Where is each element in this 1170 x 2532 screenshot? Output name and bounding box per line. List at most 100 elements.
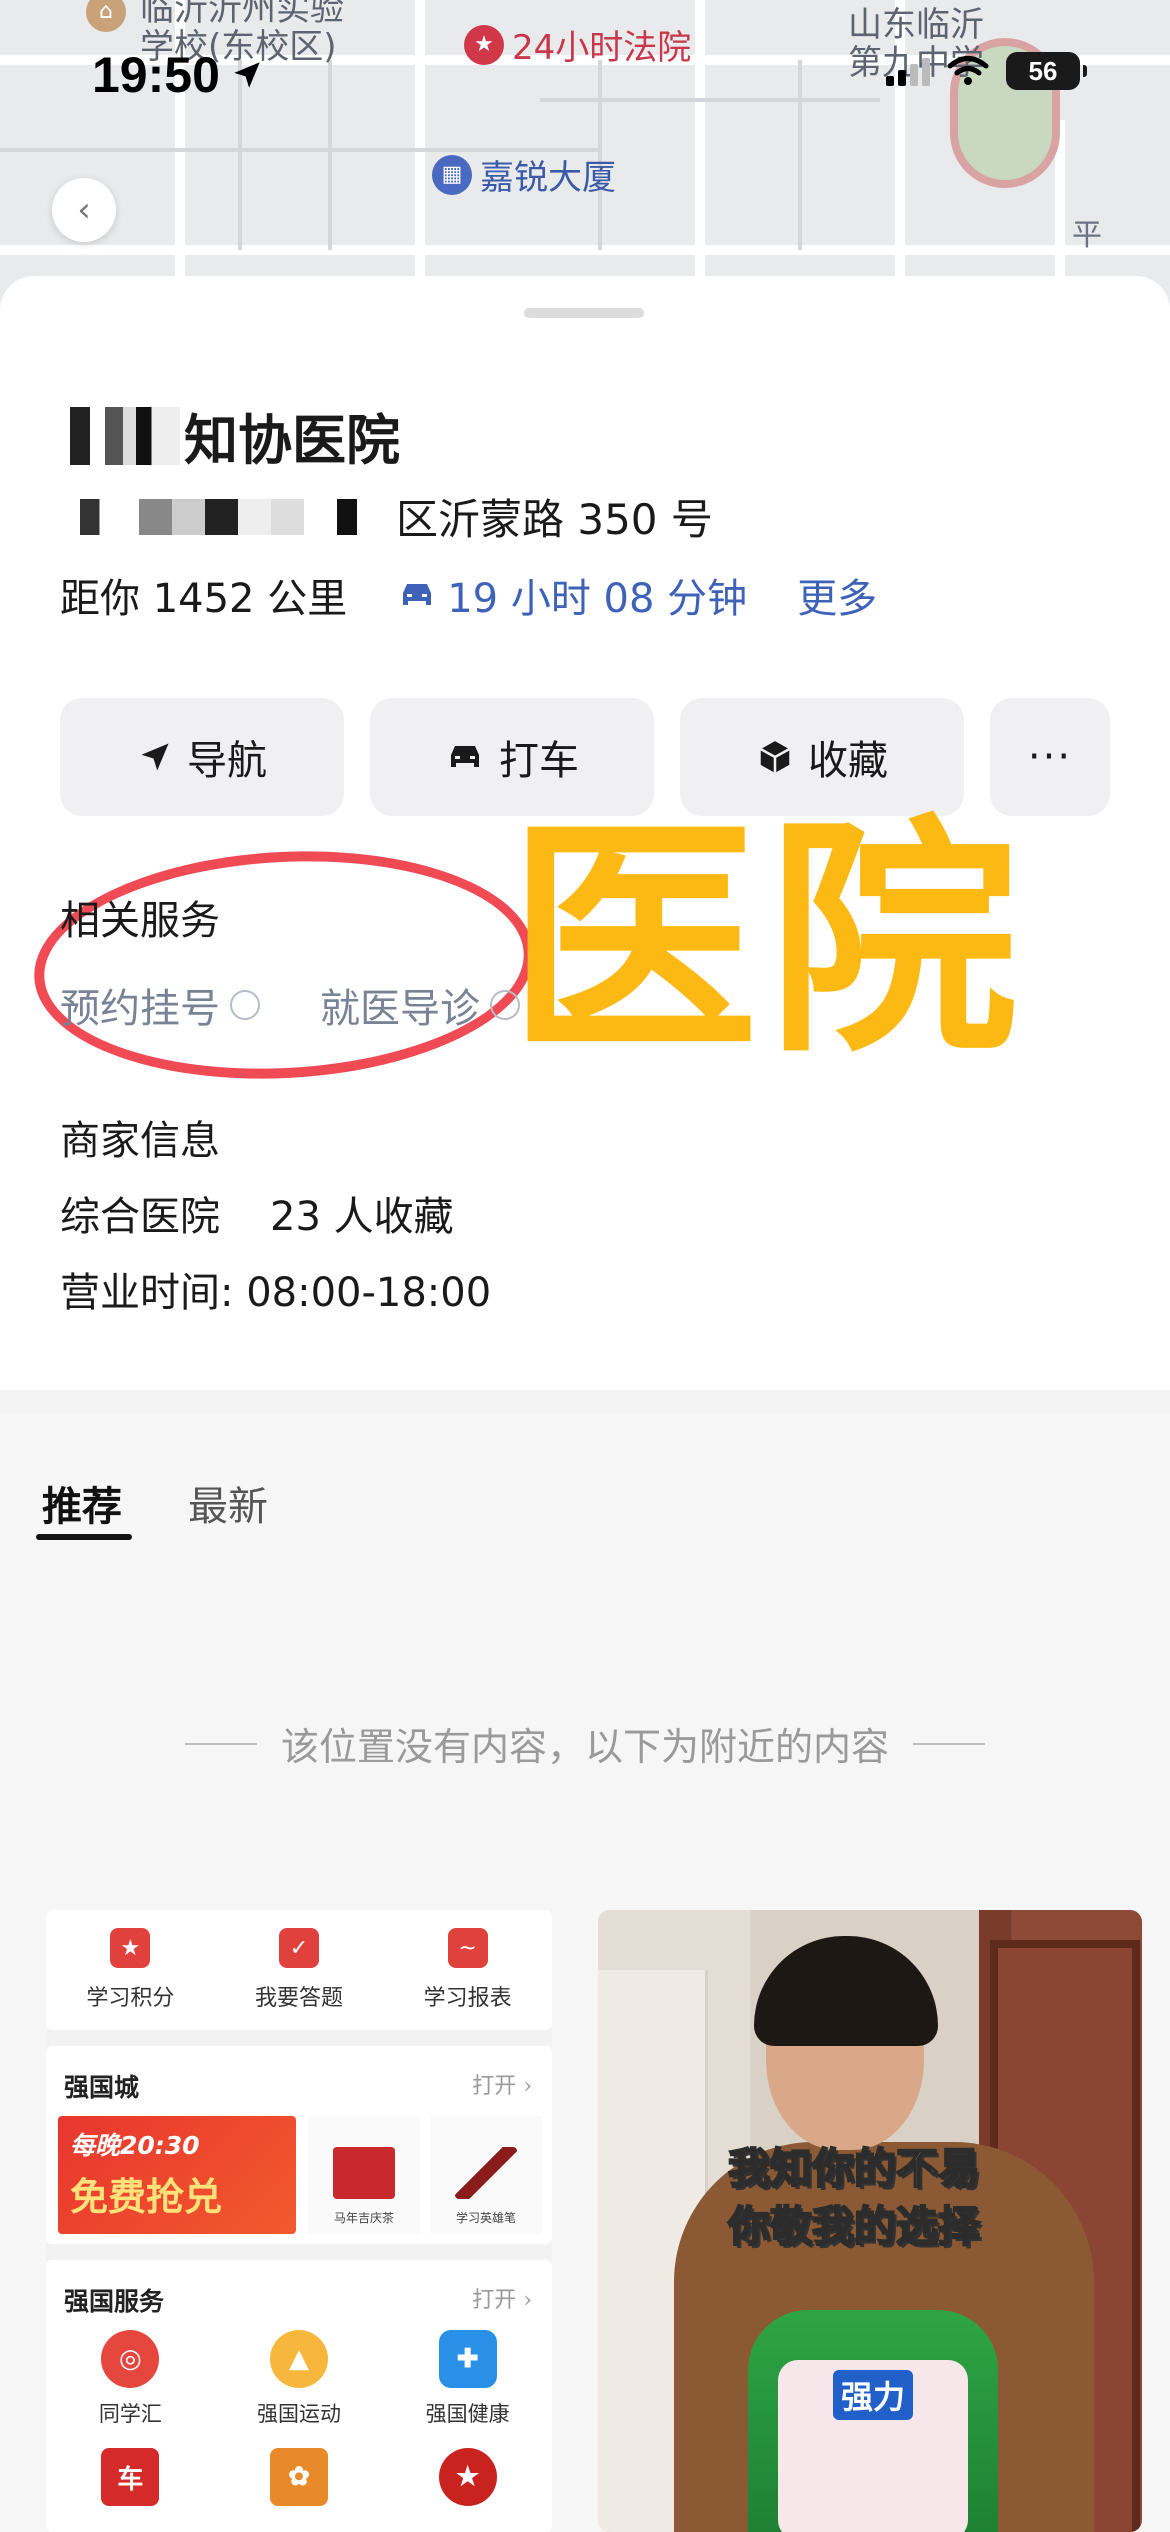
tab-recommend[interactable]: 推荐: [42, 1474, 122, 1532]
status-time-group: 19:50: [92, 46, 264, 104]
xuexi-points[interactable]: ★ 学习积分: [86, 1928, 174, 2012]
wifi-icon: [947, 56, 989, 85]
distance-text: 距你 1452 公里: [60, 576, 348, 622]
bottle-brand: 强力: [832, 2370, 913, 2420]
caption-line2: 你敬我的选择: [727, 2201, 981, 2252]
service-tea[interactable]: ✿: [215, 2448, 384, 2506]
feed-card-xuexi[interactable]: ★ 学习积分 ✓ 我要答题 ~ 学习报表 强国城 打开 › 每晚20:30 免费…: [46, 1910, 552, 2532]
bottle-label: 强力: [778, 2360, 968, 2532]
redacted-mosaic: [70, 406, 180, 465]
status-icons: 56: [886, 52, 1087, 90]
video-caption: 我知你的不易 你敬我的选择: [727, 2140, 981, 2256]
status-time: 19:50: [92, 47, 220, 103]
service-car[interactable]: 车: [46, 2448, 215, 2506]
merchant-info-title: 商家信息: [60, 1118, 220, 1164]
link-icon: [230, 990, 260, 1020]
points-icon: ★: [110, 1928, 151, 1968]
map-road-label: 平: [1072, 218, 1102, 253]
service-open-link[interactable]: 打开 ›: [472, 2282, 532, 2318]
emblem-icon: ★: [438, 2448, 497, 2506]
status-bar: 19:50 56: [0, 0, 1170, 150]
product-tea[interactable]: 马年吉庆茶: [308, 2116, 420, 2234]
service-guide[interactable]: 就医导诊: [320, 976, 520, 1034]
service-guide-label: 就医导诊: [320, 986, 480, 1032]
qiangguo-service-panel: 强国服务 打开 › ◎ 同学汇 ▲ 强国运动 ✚ 强国健康 车 ✿ ★: [46, 2260, 552, 2532]
product-pen[interactable]: 学习英雄笔: [430, 2116, 542, 2234]
xuexi-points-label: 学习积分: [86, 1986, 175, 2011]
service-health[interactable]: ✚ 强国健康: [383, 2330, 552, 2428]
divider: [184, 1742, 257, 1745]
product-tea-label: 马年吉庆茶: [333, 2211, 394, 2225]
service-classmates-label: 同学汇: [98, 2402, 162, 2426]
map-poi-building[interactable]: ▦ 嘉锐大厦: [432, 150, 616, 199]
red-annotation-circle: [28, 839, 540, 1091]
xuexi-quiz-label: 我要答题: [254, 1986, 343, 2011]
car-character-icon: 车: [101, 2448, 160, 2506]
related-services-list: 预约挂号 就医导诊: [60, 976, 520, 1034]
more-dots-icon: ···: [1027, 734, 1073, 780]
place-address-text: 区沂蒙路 350 号: [396, 495, 713, 544]
place-title-text: 知协医院: [184, 409, 400, 472]
back-button[interactable]: ‹: [52, 178, 116, 242]
business-hours: 营业时间: 08:00-18:00: [60, 1270, 492, 1316]
feed-card-video[interactable]: 强力 我知你的不易 你敬我的选择: [598, 1910, 1142, 2532]
banner-time: 每晚20:30: [70, 2131, 200, 2160]
more-link[interactable]: 更多: [797, 566, 877, 624]
distance-row: 距你 1452 公里 19 小时 08 分钟 更多: [60, 566, 877, 624]
tea-image: [333, 2147, 395, 2199]
xuexi-quiz[interactable]: ✓ 我要答题: [255, 1928, 343, 2012]
city-title: 强国城: [64, 2073, 140, 2102]
service-emblem[interactable]: ★: [383, 2448, 552, 2506]
merchant-info-row: 综合医院 23 人收藏: [60, 1184, 454, 1242]
redacted-mosaic-address: [60, 498, 390, 535]
banner-title: 免费抢兑: [70, 2175, 223, 2219]
navigate-button[interactable]: 导航: [60, 698, 344, 816]
service-classmates[interactable]: ◎ 同学汇: [46, 2330, 215, 2428]
pen-image: [455, 2147, 517, 2199]
tea-icon: ✿: [269, 2448, 328, 2506]
overlay-hospital-text: 医院: [508, 795, 1028, 1086]
taxi-icon: [451, 746, 479, 767]
nearby-notice-text: 该位置没有内容，以下为附近的内容: [280, 1725, 889, 1769]
active-tab-indicator: [36, 1534, 132, 1540]
sheet-drag-handle[interactable]: [524, 308, 644, 318]
qiangguo-city-panel: 强国城 打开 › 每晚20:30 免费抢兑 马年吉庆茶 学习英雄笔: [46, 2046, 552, 2244]
xuexi-report[interactable]: ~ 学习报表: [424, 1928, 512, 2012]
chevron-left-icon: ‹: [77, 190, 91, 230]
service-panel-title: 强国服务: [64, 2287, 165, 2316]
building-icon: ▦: [432, 154, 472, 195]
navigate-label: 导航: [187, 738, 267, 784]
service-grid: ◎ 同学汇 ▲ 强国运动 ✚ 强国健康 车 ✿ ★: [46, 2330, 552, 2506]
caption-line1: 我知你的不易: [727, 2143, 981, 2194]
drive-time[interactable]: 19 小时 08 分钟: [397, 566, 747, 624]
health-cross-icon: ✚: [438, 2330, 497, 2388]
service-sports[interactable]: ▲ 强国运动: [215, 2330, 384, 2428]
quiz-icon: ✓: [278, 1928, 319, 1968]
service-appointment[interactable]: 预约挂号: [60, 976, 260, 1034]
car-icon: [403, 584, 432, 605]
battery-level: 56: [1028, 55, 1058, 86]
xuexi-top-panel: ★ 学习积分 ✓ 我要答题 ~ 学习报表: [46, 1910, 552, 2030]
city-open-link[interactable]: 打开 ›: [472, 2068, 532, 2104]
box-icon: [760, 741, 790, 773]
promo-banner[interactable]: 每晚20:30 免费抢兑: [58, 2116, 296, 2234]
product-pen-label: 学习英雄笔: [455, 2211, 516, 2225]
place-address: 区沂蒙路 350 号: [60, 486, 713, 547]
place-title: 知协医院: [70, 396, 400, 475]
xuexi-report-label: 学习报表: [423, 1986, 512, 2011]
poi-building-label: 嘉锐大厦: [480, 158, 616, 198]
feed-tabs: 推荐 最新: [42, 1474, 268, 1532]
related-services-title: 相关服务: [60, 898, 220, 944]
taxi-label: 打车: [499, 738, 579, 784]
classmates-icon: ◎: [101, 2330, 160, 2388]
content-feed: 推荐 最新 该位置没有内容，以下为附近的内容 ★ 学习积分 ✓ 我要答题 ~ 学…: [0, 1414, 1170, 2532]
shoe-icon: ▲: [269, 2330, 328, 2388]
nearby-notice: 该位置没有内容，以下为附近的内容: [0, 1716, 1170, 1771]
drive-time-text: 19 小时 08 分钟: [447, 576, 748, 622]
merchant-favorites: 23 人收藏: [270, 1194, 454, 1240]
location-arrow-icon: [234, 62, 260, 88]
cellular-signal-icon: [886, 56, 930, 86]
report-icon: ~: [447, 1928, 488, 1968]
tab-latest[interactable]: 最新: [188, 1474, 268, 1532]
service-health-label: 强国健康: [425, 2402, 510, 2426]
